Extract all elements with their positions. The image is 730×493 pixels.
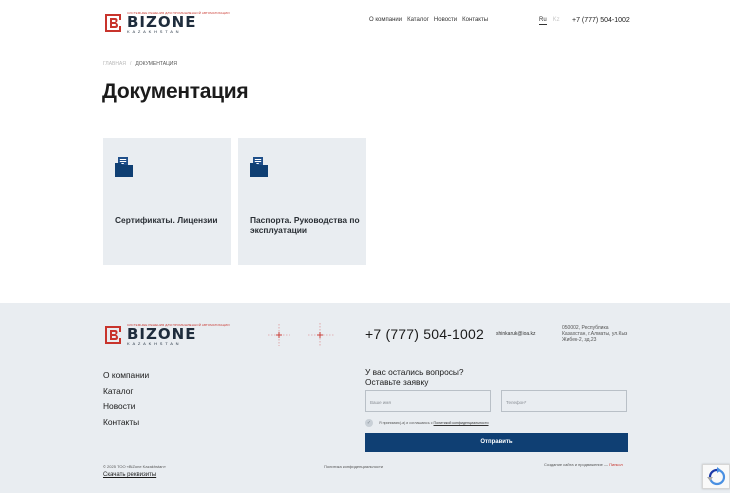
footer-nav-news[interactable]: Новости bbox=[103, 401, 149, 412]
bizone-logo-icon bbox=[105, 14, 121, 32]
nav-item-news[interactable]: Новости bbox=[434, 17, 457, 23]
footer-nav-catalog[interactable]: Каталог bbox=[103, 386, 149, 397]
main-nav: О компании Каталог Новости Контакты bbox=[369, 17, 488, 23]
bizone-logo-icon bbox=[105, 326, 121, 344]
logo-sub: KAZAKHSTAN bbox=[127, 29, 182, 34]
consent-checkbox[interactable]: ✓ bbox=[365, 419, 373, 427]
phone-input[interactable]: Телефон* bbox=[501, 390, 627, 412]
footer-logo[interactable]: СИСТЕМНЫЕ РЕШЕНИЯ ДЛЯ ПРОМЫШЛЕННОЙ АВТОМ… bbox=[103, 324, 230, 346]
consent-label: Я принимаю(-а) и соглашаюсь с bbox=[379, 421, 433, 425]
site-footer: СИСТЕМНЫЕ РЕШЕНИЯ ДЛЯ ПРОМЫШЛЕННОЙ АВТОМ… bbox=[0, 303, 730, 493]
footer-address: 050002, Республика Казахстан, г.Алматы, … bbox=[562, 325, 628, 343]
recaptcha-badge[interactable] bbox=[702, 464, 730, 489]
form-heading-line2: Оставьте заявку bbox=[365, 377, 429, 387]
consent-row: ✓ Я принимаю(-а) и соглашаюсь с Политико… bbox=[365, 419, 489, 427]
breadcrumb-separator: / bbox=[129, 61, 132, 67]
developer-credit-text: Создание сайта и продвижение — bbox=[544, 462, 608, 467]
form-heading: У вас остались вопросы? Оставьте заявку bbox=[365, 367, 464, 387]
check-icon: ✓ bbox=[366, 420, 372, 426]
page-title: Документация bbox=[102, 80, 249, 103]
nav-item-about[interactable]: О компании bbox=[369, 17, 402, 23]
download-requisites-link[interactable]: Скачать реквизиты bbox=[103, 472, 156, 478]
footer-phone[interactable]: +7 (777) 504-1002 bbox=[365, 326, 484, 342]
form-heading-line1: У вас остались вопросы? bbox=[365, 367, 464, 377]
card-title: Сертификаты. Лицензии bbox=[115, 215, 218, 225]
logo-sub: KAZAKHSTAN bbox=[127, 341, 182, 346]
lang-kz[interactable]: Kz bbox=[553, 17, 560, 25]
card-certificates[interactable]: Сертификаты. Лицензии bbox=[103, 138, 231, 265]
copyright: © 2025 ТОО «BiZone Kazakhstan» bbox=[103, 464, 166, 469]
site-header: СИСТЕМНЫЕ РЕШЕНИЯ ДЛЯ ПРОМЫШЛЕННОЙ АВТОМ… bbox=[0, 0, 730, 44]
card-passports-manuals[interactable]: Паспорта. Руководства по эксплуатации bbox=[238, 138, 366, 265]
privacy-policy-link[interactable]: Политика конфиденциальности bbox=[324, 464, 383, 469]
folder-document-icon bbox=[250, 157, 268, 177]
header-logo[interactable]: СИСТЕМНЫЕ РЕШЕНИЯ ДЛЯ ПРОМЫШЛЕННОЙ АВТОМ… bbox=[103, 12, 230, 34]
logo-name: BIZONE bbox=[127, 325, 197, 343]
name-input[interactable]: Ваше имя bbox=[365, 390, 491, 412]
breadcrumb: Главная / Документация bbox=[103, 61, 177, 67]
breadcrumb-current: Документация bbox=[135, 61, 177, 67]
crosshair-decoration-icon bbox=[268, 323, 334, 347]
language-switcher: Ru Kz bbox=[539, 17, 560, 25]
footer-email[interactable]: shinkaruk@ioa.kz bbox=[496, 331, 536, 337]
footer-nav-about[interactable]: О компании bbox=[103, 370, 149, 381]
logo-name: BIZONE bbox=[127, 13, 197, 31]
card-title: Паспорта. Руководства по эксплуатации bbox=[250, 215, 360, 235]
footer-nav: О компании Каталог Новости Контакты bbox=[103, 370, 149, 427]
developer-link[interactable]: Пинкол bbox=[609, 462, 623, 467]
footer-nav-contacts[interactable]: Контакты bbox=[103, 417, 149, 428]
folder-document-icon bbox=[115, 157, 133, 177]
lang-ru[interactable]: Ru bbox=[539, 17, 547, 25]
submit-button[interactable]: Отправить bbox=[365, 433, 628, 452]
recaptcha-icon bbox=[707, 467, 726, 486]
header-phone[interactable]: +7 (777) 504-1002 bbox=[572, 17, 630, 24]
nav-item-contacts[interactable]: Контакты bbox=[462, 17, 488, 23]
breadcrumb-home[interactable]: Главная bbox=[103, 61, 126, 67]
consent-text: Я принимаю(-а) и соглашаюсь с Политикой … bbox=[379, 421, 489, 425]
developer-credit: Создание сайта и продвижение — Пинкол bbox=[544, 462, 623, 467]
nav-item-catalog[interactable]: Каталог bbox=[407, 17, 429, 23]
consent-privacy-link[interactable]: Политикой конфиденциальности bbox=[434, 421, 489, 425]
